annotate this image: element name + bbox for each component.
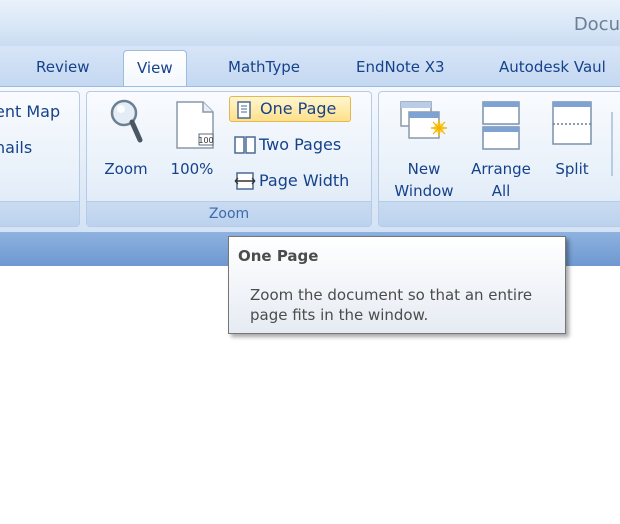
zoom-100-button[interactable]: 100 100% [161, 96, 223, 188]
ribbon: ent Map nails Zoom 100 100% One Page Two… [0, 86, 620, 233]
window-group: New Window Arrange All Split [378, 91, 620, 227]
arrange-all-icon [482, 101, 520, 150]
tab-view[interactable]: View [123, 50, 187, 87]
tooltip-title: One Page [238, 247, 319, 265]
arrange-all-label-line2: All [491, 182, 511, 200]
new-window-icon [400, 101, 447, 139]
page-width-button[interactable]: Page Width [229, 168, 369, 194]
svg-text:100: 100 [198, 136, 213, 145]
window-title: Docu [573, 14, 620, 35]
one-page-icon [237, 101, 251, 119]
arrange-all-button[interactable]: Arrange All [465, 96, 537, 200]
one-page-button[interactable]: One Page [229, 96, 351, 122]
group-separator [611, 112, 613, 176]
zoom-button[interactable]: Zoom [95, 96, 157, 188]
page-width-label: Page Width [259, 171, 350, 190]
two-pages-button[interactable]: Two Pages [229, 132, 369, 158]
show-hide-group: ent Map nails [0, 91, 80, 227]
split-window-icon [552, 101, 592, 145]
new-window-label-line1: New [407, 160, 441, 178]
one-page-label: One Page [260, 99, 337, 118]
document-map-checkbox[interactable]: ent Map [0, 102, 60, 121]
arrange-all-label-line1: Arrange [471, 160, 531, 178]
tab-mathtype[interactable]: MathType [228, 58, 300, 76]
tab-autodesk-vault[interactable]: Autodesk Vaul [499, 58, 606, 76]
zoom-label: Zoom [104, 160, 148, 178]
split-label: Split [555, 160, 589, 178]
tooltip-description: Zoom the document so that an entire page… [250, 286, 533, 324]
new-window-label-line2: Window [394, 182, 454, 200]
magnifier-icon [110, 99, 143, 143]
zoom-group-label: Zoom [87, 201, 371, 226]
two-pages-icon [234, 136, 256, 154]
thumbnails-checkbox[interactable]: nails [0, 138, 32, 157]
two-pages-label: Two Pages [259, 135, 342, 154]
split-button[interactable]: Split [541, 96, 603, 178]
zoom-100-label: 100% [170, 160, 214, 178]
one-page-tooltip: One Page Zoom the document so that an en… [228, 236, 566, 334]
page-100-icon: 100 [176, 101, 214, 149]
word-window: Docu Review View MathType EndNote X3 Aut… [0, 0, 620, 266]
new-window-button[interactable]: New Window [385, 96, 463, 200]
zoom-group: Zoom 100 100% One Page Two Pages Page Wi… [86, 91, 372, 227]
tab-review[interactable]: Review [36, 58, 90, 76]
ribbon-tab-strip: Review View MathType EndNote X3 Autodesk… [0, 46, 620, 87]
tab-endnote[interactable]: EndNote X3 [356, 58, 445, 76]
show-hide-group-label [0, 201, 79, 226]
title-bar: Docu [0, 0, 620, 46]
window-group-label [379, 201, 620, 226]
page-width-icon [234, 172, 256, 190]
